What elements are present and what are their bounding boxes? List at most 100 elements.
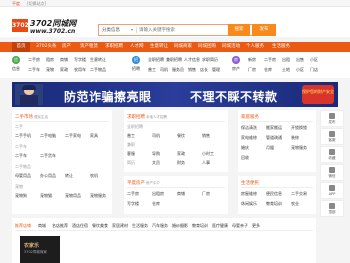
quick-link[interactable]: 小区 [296,67,304,73]
nav-item[interactable]: 房产 [62,42,71,52]
category-link[interactable]: 房屋维修 [241,191,257,197]
category-link[interactable]: 保洁清洗 [241,125,257,131]
store-tab[interactable]: 名店推荐 [52,223,68,229]
store-image[interactable]: 农家乐 3702同城商家 [20,236,60,263]
category-link[interactable]: 商铺 [177,191,185,197]
category-link[interactable]: 开锁换锁 [291,125,307,131]
category-link[interactable]: 月嫂 [266,145,274,151]
side-service-button[interactable]: 客服 [320,128,344,145]
category-link[interactable]: 宠物服务 [291,145,307,151]
nav-item[interactable]: 求职招聘 [105,42,123,52]
nav-item[interactable]: 生活服务 [272,42,290,52]
category-link[interactable]: 家电维修 [241,135,257,141]
category-link[interactable]: 二手交易 [291,191,307,197]
quick-link[interactable]: 农用车 [74,67,86,73]
store-tab[interactable]: 汽车服务 [152,223,168,229]
quick-link[interactable]: 土地 [282,67,290,73]
quick-link[interactable]: 新房 [248,57,256,63]
category-link[interactable]: 餐饮 [177,133,185,139]
category-link[interactable]: 农业 [291,201,299,207]
category-link[interactable]: 休闲娱乐 [241,201,257,207]
category-link[interactable]: 普工 [127,133,135,139]
store-tab[interactable]: 推荐店铺 [15,223,31,229]
category-link[interactable]: 文员 [152,160,160,166]
category-link[interactable]: 装修 [291,135,299,141]
quick-group-title[interactable]: 信息 [12,66,20,72]
category-link[interactable]: 二手家电 [65,133,81,139]
category-link[interactable]: 导购 [152,151,160,157]
category-link[interactable]: 二手手机 [15,133,31,139]
category-link[interactable]: 农机 [90,173,98,179]
quick-link[interactable]: 销售 [188,67,196,73]
search-category-select[interactable]: 分类信息 [102,27,120,33]
quick-link[interactable]: 宠物 [46,67,54,73]
quick-link[interactable]: 二手车 [28,67,40,73]
category-link[interactable]: 司机 [152,133,160,139]
category-link[interactable]: 二手车 [15,153,27,159]
category-link[interactable]: 财务 [177,160,185,166]
category-link[interactable]: 婚庆 [241,145,249,151]
nav-item[interactable]: 人才网 [130,42,144,52]
quick-link[interactable]: 商铺 [60,57,68,63]
quick-link[interactable]: 租房 [46,57,54,63]
quick-link[interactable]: 服务员 [172,67,184,73]
category-link[interactable]: 仓库 [152,201,160,207]
quick-link[interactable]: 生意转让 [90,57,106,63]
category-link[interactable]: 办公用品 [40,173,56,179]
category-link[interactable]: 母婴用品 [15,173,31,179]
store-tab[interactable]: 更多 [252,223,260,229]
quick-link[interactable]: 厂房 [248,67,256,73]
side-app-button[interactable]: APP [320,182,344,199]
category-link[interactable]: 二手货车 [40,153,56,159]
quick-link[interactable]: 求职简历 [202,57,218,63]
category-link[interactable]: 客服 [127,151,135,157]
store-tab[interactable]: 生活服务 [132,223,148,229]
category-link[interactable]: 便民信息 [266,191,282,197]
store-tab[interactable]: 教育培训 [192,223,208,229]
nav-item[interactable]: 同城团购 [198,42,216,52]
category-link[interactable]: 转让 [65,173,73,179]
category-link[interactable]: 宠物用品 [65,193,81,199]
category-link[interactable]: 人事 [202,160,210,166]
panel-title[interactable]: 生活便民 [241,180,259,186]
category-link[interactable]: 搬家搬运 [266,125,282,131]
nav-item[interactable]: 同城活动 [222,42,240,52]
category-link[interactable]: 宠物狗 [15,193,27,199]
category-link[interactable]: 二手电脑 [40,133,56,139]
quick-link[interactable]: 出租 [282,57,290,63]
quick-link[interactable]: 二手房 [28,57,40,63]
nav-item[interactable]: 3702头条 [36,42,56,52]
category-link[interactable]: 宠物服务 [90,193,106,199]
quick-link[interactable]: 仓库 [264,67,272,73]
quick-link[interactable]: 出售 [296,57,304,63]
site-logo[interactable]: 3702 3702同城网 www.3702.cn [12,16,76,38]
category-link[interactable]: 出租房 [152,191,164,197]
quick-link[interactable]: 二手物品 [90,67,106,73]
category-link[interactable]: 二手房 [127,191,139,197]
anti-fraud-banner[interactable]: 防范诈骗擦亮眼 不理不睬不转款 保护您的财产安全 [12,82,338,107]
quick-link[interactable]: 家政 [60,67,68,73]
nav-item[interactable]: 资产租赁 [80,42,98,52]
category-link[interactable]: 家政 [177,151,185,157]
quick-link[interactable]: 人才信息 [184,57,200,63]
store-tab[interactable]: 医疗健康 [212,223,228,229]
side-favorite-button[interactable]: 收藏 [320,146,344,163]
panel-title[interactable]: 平度房产 [127,180,145,186]
store-tab[interactable]: 家居建材 [112,223,128,229]
category-link[interactable]: 宠物猫 [40,193,52,199]
quick-group-title[interactable]: 招聘 [132,66,140,72]
quick-link[interactable]: 普工 [148,67,156,73]
nav-item[interactable]: 个人服务 [246,42,264,52]
quick-link[interactable]: 店长 [200,67,208,73]
category-link[interactable]: 厂房 [202,191,210,197]
quick-link[interactable]: 写字楼 [74,57,86,63]
search-button[interactable]: 搜索 [228,24,250,36]
category-link[interactable]: 家具 [90,133,98,139]
nav-item[interactable]: 同城商家 [174,42,192,52]
store-tab[interactable]: 母婴亲子 [232,223,248,229]
nav-item[interactable]: 生意转让 [150,42,168,52]
category-link[interactable]: 销售 [202,133,210,139]
panel-title[interactable]: 求职招聘 [127,114,145,120]
nav-home[interactable]: 首页 [12,42,30,52]
panel-title[interactable]: 二手市场 [15,114,33,120]
